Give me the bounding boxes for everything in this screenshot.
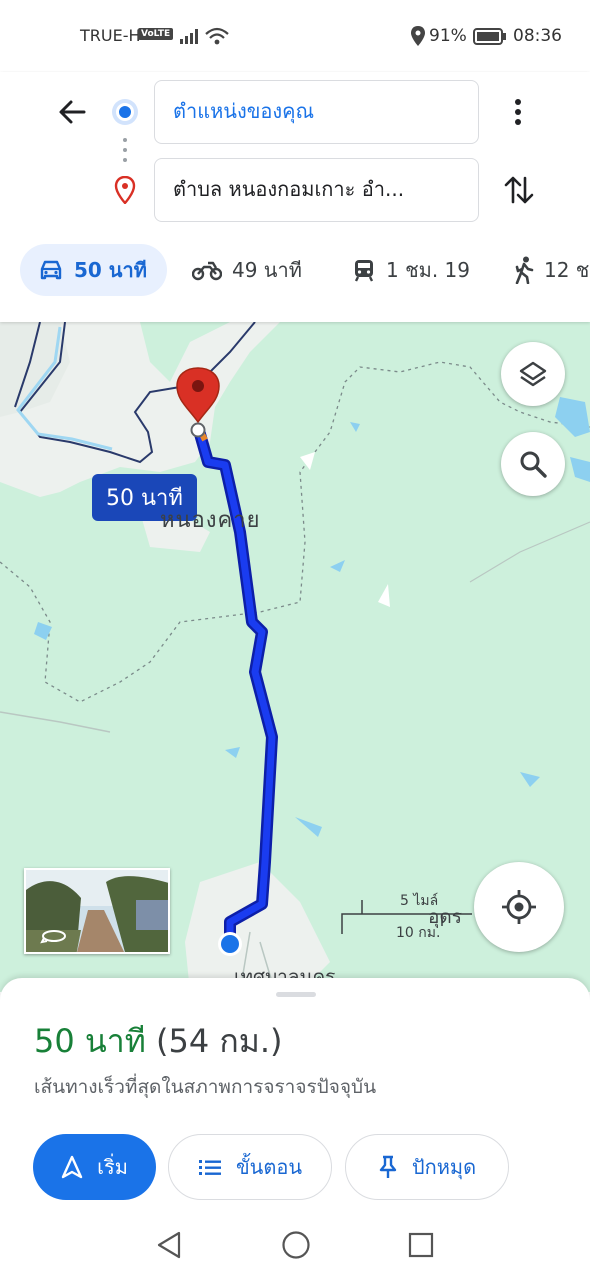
destination-field[interactable]: ตำบล หนองกอมเกาะ อำ...: [154, 158, 479, 222]
tab-transit[interactable]: 1 ชม. 19: [352, 244, 470, 296]
steps-button[interactable]: ขั้นตอน: [168, 1134, 332, 1200]
travel-mode-tabs: 50 นาที 49 นาที 1 ชม. 19 12 ช: [0, 244, 590, 296]
tab-motorcycle[interactable]: 49 นาที: [192, 244, 302, 296]
pin-icon: [379, 1155, 397, 1178]
origin-dot-icon: [116, 103, 134, 121]
steps-button-label: ขั้นตอน: [235, 1155, 302, 1179]
scale-miles: 5 ไมล์: [400, 893, 439, 909]
transit-icon: [354, 260, 374, 282]
tab-walking[interactable]: 12 ช: [514, 244, 589, 296]
tab-transit-label: 1 ชม. 19: [386, 258, 471, 282]
location-status-icon: [411, 26, 425, 46]
walk-icon: [515, 256, 534, 284]
list-icon: [198, 1160, 221, 1175]
more-options-icon[interactable]: [506, 94, 530, 130]
sheet-drag-handle[interactable]: [276, 992, 316, 997]
map-place-label: หนองคาย: [160, 508, 261, 533]
system-nav-bar: [0, 1208, 590, 1280]
route-distance: (54 กม.): [156, 1022, 283, 1060]
route-note: เส้นทางเร็วที่สุดในสภาพการจราจรปัจจุบัน: [34, 1076, 377, 1098]
clock: 08:36: [513, 26, 562, 46]
tab-motorcycle-label: 49 นาที: [232, 258, 302, 282]
nav-back-icon[interactable]: [155, 1230, 183, 1260]
tab-walking-label: 12 ช: [544, 258, 590, 282]
battery-percent: 91%: [429, 26, 467, 46]
map-view[interactable]: 50 นาที หนองคาย อุดร เทศบาลนคร 5 ไมล์ 10…: [0, 322, 590, 992]
battery-icon: [473, 28, 506, 45]
status-bar: TRUE-H VoLTE 91% 08:36: [0, 0, 590, 72]
motorcycle-icon: [192, 261, 222, 281]
origin-field[interactable]: ตำแหน่งของคุณ: [154, 80, 479, 144]
my-location-button[interactable]: [474, 862, 564, 952]
nav-home-icon[interactable]: [281, 1230, 311, 1260]
layers-icon: [519, 361, 547, 387]
volte-badge: VoLTE: [138, 28, 174, 40]
search-along-route-button[interactable]: [501, 432, 565, 496]
nav-recents-icon[interactable]: [408, 1232, 434, 1258]
directions-header: ตำแหน่งของคุณ ตำบล หนองกอมเกาะ อำ... 50 …: [0, 72, 590, 322]
wifi-icon: [205, 27, 229, 45]
route-duration: 50 นาที: [34, 1022, 146, 1060]
pin-button[interactable]: ปักหมุด: [345, 1134, 509, 1200]
route-summary: 50 นาที (54 กม.): [34, 1016, 283, 1067]
rotate-360-icon: [40, 930, 66, 944]
start-button[interactable]: เริ่ม: [33, 1134, 156, 1200]
navigation-arrow-icon: [61, 1155, 83, 1179]
route-summary-sheet[interactable]: 50 นาที (54 กม.) เส้นทางเร็วที่สุดในสภาพ…: [0, 978, 590, 1208]
start-button-label: เริ่ม: [97, 1155, 128, 1179]
swap-route-icon[interactable]: [502, 172, 536, 208]
destination-pin-icon: [114, 176, 136, 204]
search-icon: [520, 451, 547, 478]
my-location-icon: [502, 890, 536, 924]
street-view-thumbnail[interactable]: [24, 868, 170, 954]
layers-button[interactable]: [501, 342, 565, 406]
scale-kilometers: 10 กม.: [396, 925, 441, 941]
tab-driving[interactable]: 50 นาที: [20, 244, 167, 296]
route-connector-dots: [123, 138, 127, 162]
carrier-name: TRUE-H: [80, 26, 141, 45]
car-icon: [40, 260, 62, 280]
pin-button-label: ปักหมุด: [411, 1155, 477, 1179]
back-arrow-icon[interactable]: [52, 92, 92, 132]
tab-driving-label: 50 นาที: [74, 258, 147, 282]
signal-icon: [180, 29, 198, 44]
